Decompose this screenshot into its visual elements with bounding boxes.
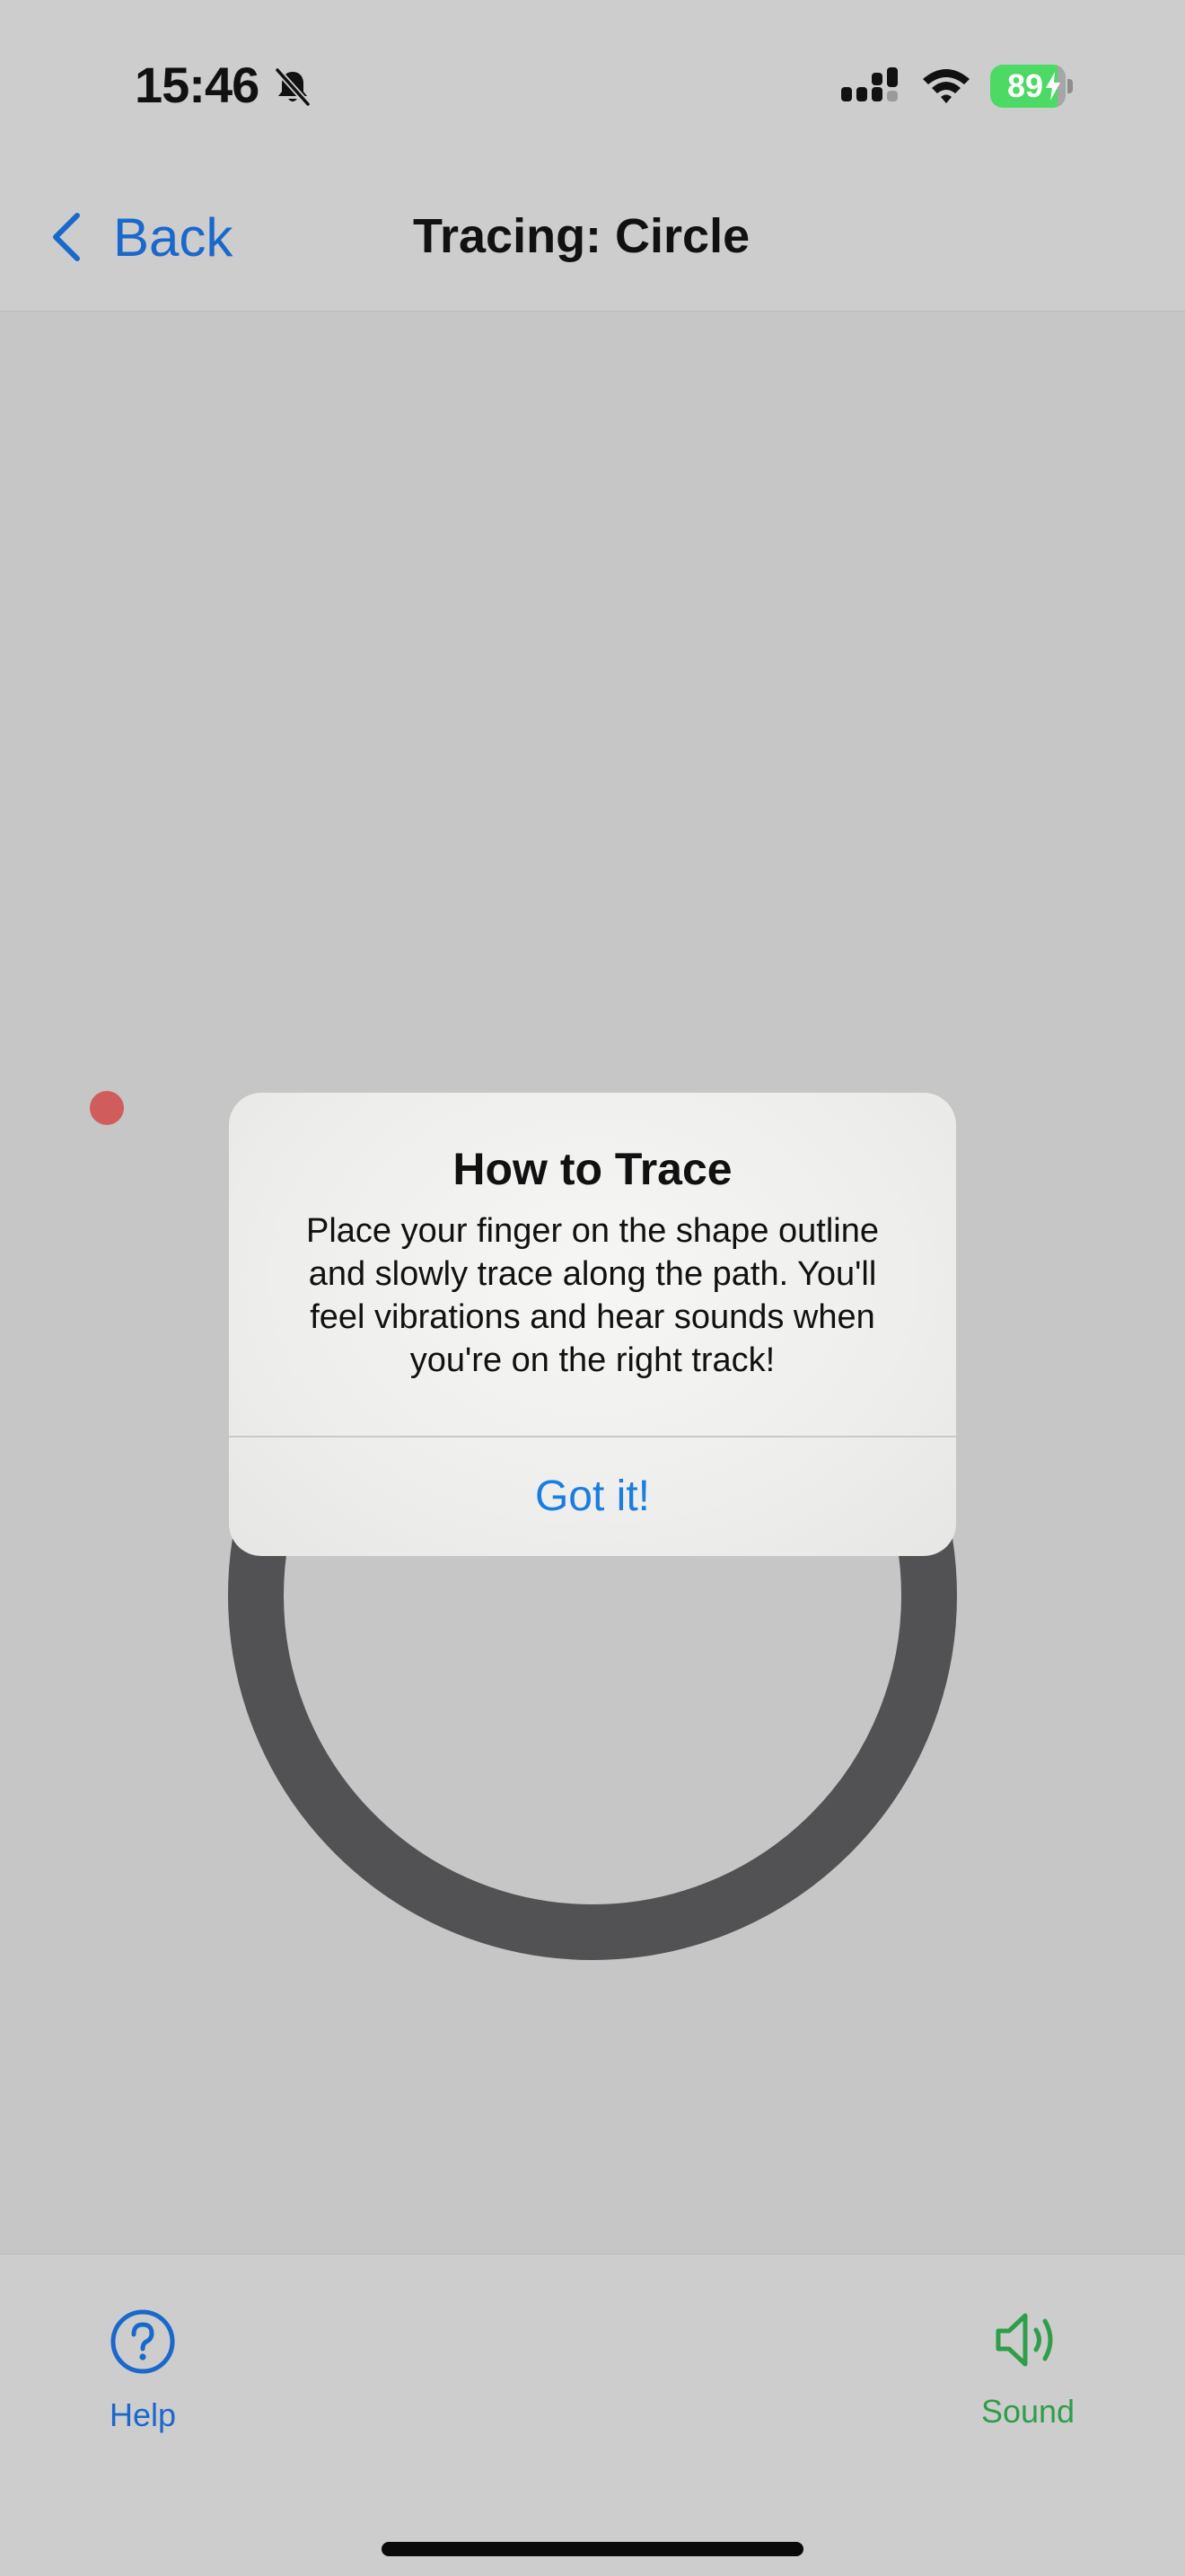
got-it-button[interactable]: Got it! xyxy=(229,1437,956,1556)
page-title: Tracing: Circle xyxy=(413,209,750,263)
wifi-icon xyxy=(923,69,970,103)
alert-message-line: and slowly trace along the path. You'll xyxy=(308,1255,877,1293)
help-label: Help xyxy=(109,2396,177,2433)
alert-title: How to Trace xyxy=(452,1144,733,1194)
top-bar: 15:46 89 Back Tracing: Circle xyxy=(0,0,1185,312)
speaker-wave-icon xyxy=(996,2313,1053,2367)
charging-bolt-icon xyxy=(1046,72,1060,101)
help-button[interactable]: Help xyxy=(90,2308,198,2443)
sound-label: Sound xyxy=(980,2393,1075,2430)
alert-message-line: feel vibrations and hear sounds when xyxy=(310,1298,875,1336)
sound-button[interactable]: Sound xyxy=(968,2308,1088,2443)
back-button[interactable]: Back xyxy=(50,201,233,273)
alert-message: Place your finger on the shape outline a… xyxy=(265,1209,920,1382)
battery-indicator: 89 xyxy=(990,65,1073,108)
chevron-left-icon xyxy=(53,213,80,261)
bell-slash-icon xyxy=(274,66,312,108)
question-circle-icon xyxy=(110,2309,175,2374)
back-label: Back xyxy=(113,207,233,268)
bottom-toolbar: Help Sound xyxy=(0,2254,1185,2576)
cellular-signal-icon xyxy=(841,67,898,101)
how-to-trace-alert: How to Trace Place your finger on the sh… xyxy=(229,1093,956,1556)
start-marker xyxy=(90,1091,124,1125)
alert-message-line: you're on the right track! xyxy=(409,1341,776,1379)
status-time: 15:46 xyxy=(135,57,259,113)
home-indicator xyxy=(382,2542,803,2556)
alert-message-line: Place your finger on the shape outline xyxy=(306,1212,879,1250)
